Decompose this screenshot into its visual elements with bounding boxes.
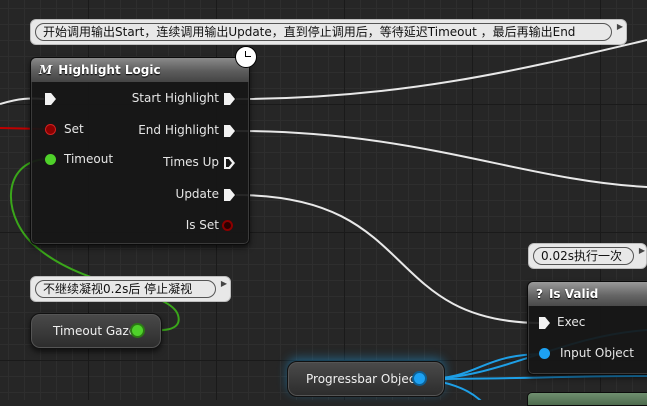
node-header[interactable]: ? Is Valid bbox=[528, 282, 647, 306]
comment-gaze[interactable]: 不继续凝视0.2s后 停止凝视 ▶ bbox=[30, 276, 231, 302]
pin-label-times-up: Times Up bbox=[163, 155, 219, 169]
pin-label-timeout: Timeout bbox=[64, 152, 114, 166]
node-title: Is Valid bbox=[548, 287, 599, 301]
comment-text: 开始调用输出Start，连续调用输出Update，直到停止调用后，等待延迟Tim… bbox=[35, 23, 612, 41]
pin-label-exec: Exec bbox=[557, 315, 586, 329]
pin-label-start-highlight: Start Highlight bbox=[131, 91, 219, 105]
comment-highlight-logic[interactable]: 开始调用输出Start，连续调用输出Update，直到停止调用后，等待延迟Tim… bbox=[30, 19, 627, 45]
pin-icon[interactable]: ▶ bbox=[221, 279, 227, 288]
progressbar-object-pin[interactable] bbox=[414, 373, 425, 384]
partial-node-edge[interactable] bbox=[527, 392, 647, 406]
macro-icon: ? bbox=[536, 287, 543, 301]
start-highlight-wire[interactable] bbox=[235, 39, 647, 100]
is-set-pin[interactable] bbox=[222, 220, 233, 231]
pin-icon[interactable]: ▶ bbox=[617, 22, 623, 31]
highlight-logic-node[interactable]: M Highlight Logic bbox=[30, 57, 250, 245]
timeout-pin[interactable] bbox=[45, 154, 56, 165]
pin-icon[interactable]: ▶ bbox=[639, 246, 645, 255]
pin-label-is-set: Is Set bbox=[185, 218, 219, 232]
variable-label: Progressbar Object bbox=[306, 372, 421, 386]
variable-label: Timeout Gaze bbox=[53, 324, 137, 338]
end-highlight-wire[interactable] bbox=[235, 130, 647, 188]
latent-clock-icon bbox=[235, 46, 257, 68]
node-title: Highlight Logic bbox=[58, 63, 161, 77]
input-object-pin[interactable] bbox=[539, 348, 550, 359]
comment-text: 不继续凝视0.2s后 停止凝视 bbox=[35, 280, 216, 298]
node-header[interactable]: M Highlight Logic bbox=[31, 58, 249, 82]
macro-icon: M bbox=[39, 63, 53, 77]
pin-label-set: Set bbox=[64, 122, 84, 136]
set-pin[interactable] bbox=[45, 124, 56, 135]
pin-label-end-highlight: End Highlight bbox=[138, 123, 219, 137]
timeout-gaze-pin[interactable] bbox=[132, 325, 143, 336]
comment-text: 0.02s执行一次 bbox=[533, 247, 634, 265]
pin-label-update: Update bbox=[175, 187, 219, 201]
update-wire[interactable] bbox=[235, 194, 541, 324]
pin-label-input-object: Input Object bbox=[560, 346, 634, 360]
comment-is-valid[interactable]: 0.02s执行一次 ▶ bbox=[528, 243, 647, 269]
